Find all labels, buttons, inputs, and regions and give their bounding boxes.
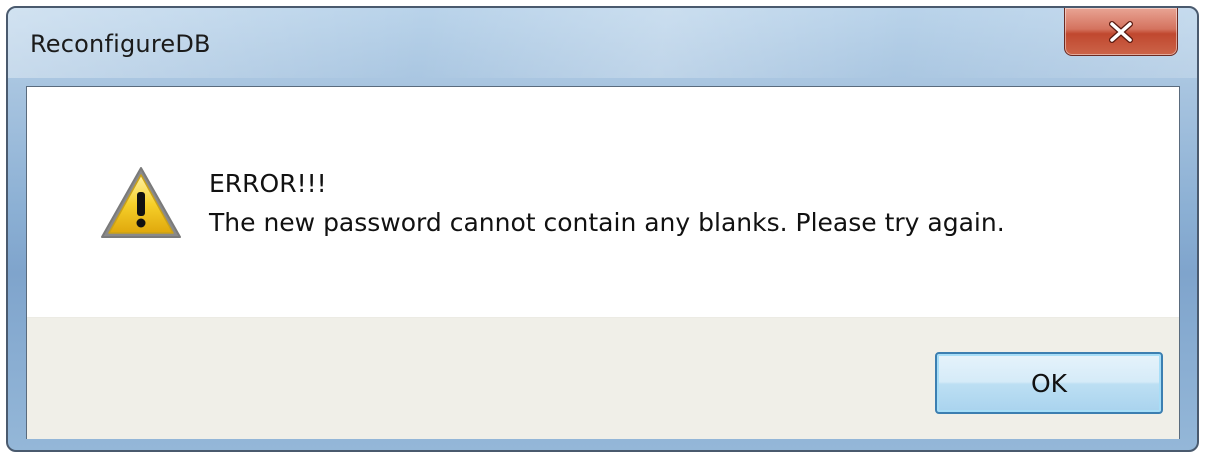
- close-button[interactable]: [1064, 8, 1178, 56]
- button-bar: OK: [27, 317, 1179, 439]
- ok-button[interactable]: OK: [935, 352, 1163, 414]
- dialog-client-area: ERROR!!! The new password cannot contain…: [26, 86, 1180, 439]
- warning-icon: [99, 165, 183, 241]
- message-area: ERROR!!! The new password cannot contain…: [27, 87, 1179, 317]
- error-heading: ERROR!!!: [209, 169, 327, 198]
- error-message: The new password cannot contain any blan…: [209, 208, 1005, 237]
- window-title: ReconfigureDB: [30, 30, 211, 58]
- close-icon: [1106, 20, 1136, 44]
- dialog-window: ReconfigureDB ERROR!!! The new password …: [6, 6, 1199, 452]
